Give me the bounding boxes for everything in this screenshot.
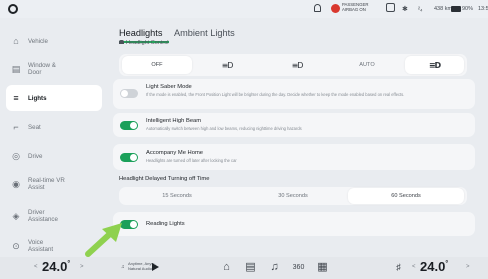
accompany-title: Accompany Me Home bbox=[146, 150, 204, 156]
home-icon[interactable]: ⌂ bbox=[220, 261, 233, 274]
volume-icon[interactable]: ♯ bbox=[392, 261, 405, 274]
play-icon[interactable] bbox=[152, 263, 159, 271]
accompany-row: Accompany Me Home Headlights are turned … bbox=[113, 144, 475, 170]
light-saber-desc: If the mode is enabled, the Front Positi… bbox=[146, 92, 405, 97]
sidebar-item-label: Seat bbox=[28, 123, 41, 131]
sidebar-item-label: Vehicle bbox=[28, 37, 48, 45]
toggle-knob bbox=[121, 90, 128, 97]
temp-left-value: 24.0 bbox=[42, 259, 68, 274]
sidebar-item-vr-assist[interactable]: ◉ Real-time VR Assist bbox=[6, 171, 102, 197]
voice-icon: ⊙ bbox=[12, 241, 20, 251]
headlight-icon: ≡ bbox=[13, 93, 19, 103]
sidebar-item-drive[interactable]: ◎ Drive bbox=[6, 143, 102, 169]
headlight-control-selector: OFF ≡D ≡D AUTO ≡D bbox=[119, 54, 467, 76]
sidebar-item-label: Driver Assistance bbox=[28, 209, 58, 223]
accompany-desc: Headlights are turned off later after lo… bbox=[146, 158, 237, 163]
delay-off-selector: 15 Seconds 30 Seconds 60 Seconds bbox=[119, 187, 467, 205]
sidebar-item-label: Real-time VR Assist bbox=[28, 177, 65, 191]
temp-unit: ° bbox=[67, 260, 71, 268]
toggle-knob bbox=[130, 154, 137, 161]
delay-off-label: Headlight Delayed Turning off Time bbox=[119, 176, 210, 182]
sidebar-item-vehicle[interactable]: ⌂ Vehicle bbox=[6, 28, 102, 54]
temp-right-down-icon[interactable]: < bbox=[412, 264, 416, 270]
bell-icon[interactable] bbox=[314, 4, 321, 12]
steering-icon: ◎ bbox=[12, 151, 20, 161]
tab-ambient-lights[interactable]: Ambient Lights bbox=[174, 28, 235, 38]
low-beam-icon: ≡D bbox=[291, 60, 304, 70]
sidebar-item-label: Lights bbox=[28, 94, 47, 102]
temp-left-up-icon[interactable]: > bbox=[80, 264, 84, 270]
toggle-knob bbox=[130, 221, 137, 228]
headlight-option-high-beam[interactable]: ≡D bbox=[405, 56, 464, 74]
sidebar-item-label: Voice Assistant bbox=[28, 239, 54, 253]
apps-grid-icon[interactable]: ▦ bbox=[316, 261, 329, 274]
bluetooth-icon: ✱ bbox=[402, 6, 408, 13]
seat-icon: ⌐ bbox=[13, 122, 19, 132]
airbag-status-line2: AIRBAG ON bbox=[342, 7, 366, 12]
delay-option-30[interactable]: 30 Seconds bbox=[235, 187, 351, 205]
temp-unit: ° bbox=[445, 260, 449, 268]
window-icon: ▤ bbox=[11, 64, 21, 74]
high-beam-row: Intelligent High Beam Automatically swit… bbox=[113, 113, 475, 137]
range-readout: 438 km bbox=[434, 6, 453, 12]
sidebar-item-label: Drive bbox=[28, 152, 43, 160]
pointer-arrow-icon bbox=[85, 223, 122, 257]
light-saber-toggle[interactable] bbox=[120, 89, 138, 98]
headlight-control-heading: Headlight Control bbox=[119, 40, 169, 46]
accompany-toggle[interactable] bbox=[120, 153, 138, 162]
camera-icon: ◉ bbox=[12, 179, 20, 189]
delay-option-15[interactable]: 15 Seconds bbox=[119, 187, 235, 205]
delay-option-60[interactable]: 60 Seconds bbox=[348, 188, 464, 204]
reading-lights-title: Reading Lights bbox=[146, 221, 185, 227]
status-bar: PASSENGER AIRBAG ON ✱ ²₄ 438 km 90% 13:5… bbox=[0, 0, 488, 18]
headlight-option-position[interactable]: ≡D bbox=[192, 54, 262, 76]
high-beam-toggle[interactable] bbox=[120, 121, 138, 130]
sidebar-item-window-door[interactable]: ▤ Window & Door bbox=[6, 56, 102, 82]
headlight-icon bbox=[119, 40, 124, 44]
temp-left-down-icon[interactable]: < bbox=[34, 264, 38, 270]
tab-headlights[interactable]: Headlights bbox=[119, 28, 162, 38]
camera-360-icon[interactable]: 360 bbox=[292, 261, 305, 274]
light-saber-title: Light Saber Mode bbox=[146, 84, 192, 90]
car-icon[interactable]: ▤ bbox=[244, 261, 257, 274]
signal-icon: ²₄ bbox=[418, 7, 423, 13]
battery-percent: 90% bbox=[462, 6, 474, 12]
music-icon[interactable]: ♫ bbox=[268, 261, 281, 274]
assist-icon: ◈ bbox=[12, 211, 20, 221]
airbag-warning-icon bbox=[331, 4, 340, 13]
sidebar-item-seat[interactable]: ⌐ Seat bbox=[6, 114, 102, 140]
music-note-icon: ♫ bbox=[121, 264, 125, 270]
reading-lights-row: Reading Lights bbox=[113, 212, 475, 236]
sidebar-item-lights[interactable]: ≡ Lights bbox=[6, 85, 102, 111]
temp-right-up-icon[interactable]: > bbox=[466, 264, 470, 270]
temp-right-value: 24.0 bbox=[420, 259, 446, 274]
high-beam-desc: Automatically switch between high and lo… bbox=[146, 126, 302, 131]
light-saber-row: Light Saber Mode If the mode is enabled,… bbox=[113, 79, 475, 109]
headlight-option-low-beam[interactable]: ≡D bbox=[262, 54, 332, 76]
airbag-status: PASSENGER AIRBAG ON bbox=[342, 2, 372, 12]
temp-right[interactable]: 24.0° bbox=[420, 259, 448, 274]
sidebar-item-label: Window & Door bbox=[28, 62, 56, 76]
high-beam-title: Intelligent High Beam bbox=[146, 118, 202, 124]
clock: 13:54 bbox=[478, 6, 488, 12]
temp-left[interactable]: 24.0° bbox=[42, 259, 70, 274]
position-light-icon: ≡D bbox=[221, 60, 234, 70]
car-icon: ⌂ bbox=[13, 36, 19, 46]
bottom-dock: < 24.0° > ♫ Anytime, Anyw.. Natural Audi… bbox=[0, 257, 488, 279]
steering-wheel-icon bbox=[386, 3, 395, 12]
headlight-option-auto[interactable]: AUTO bbox=[332, 54, 402, 76]
brand-logo bbox=[8, 4, 18, 14]
toggle-knob bbox=[130, 122, 137, 129]
high-beam-icon: ≡D bbox=[428, 60, 441, 70]
headlight-control-title: Headlight Control bbox=[126, 40, 169, 46]
headlight-option-off[interactable]: OFF bbox=[122, 56, 192, 74]
battery-icon bbox=[451, 6, 461, 12]
